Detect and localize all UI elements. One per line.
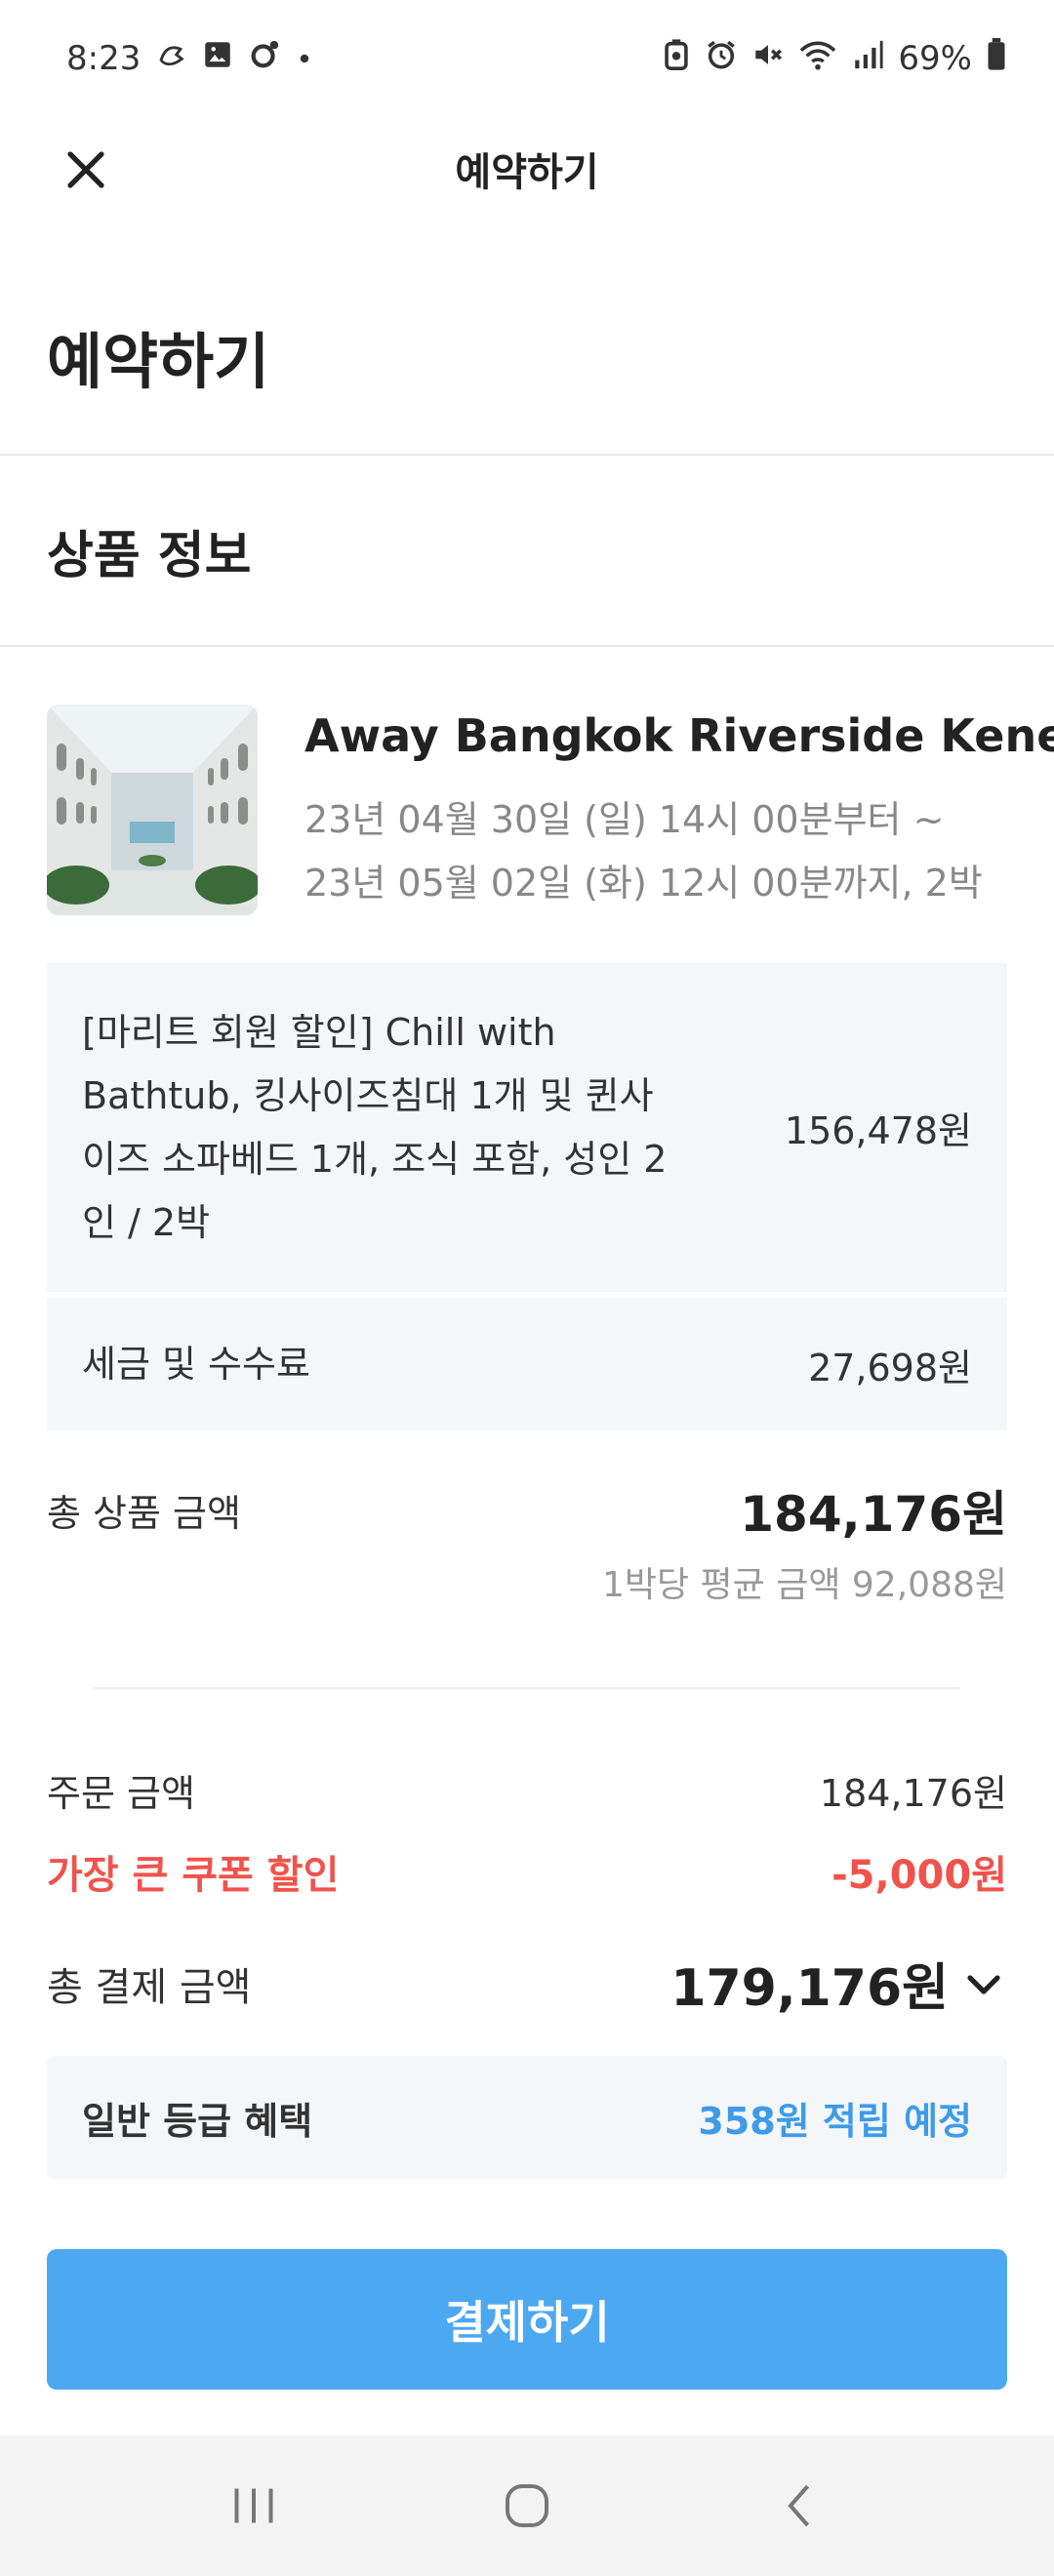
total-payment-label: 총 결제 금액 <box>47 1964 252 2010</box>
app-bar: 예약하기 <box>0 117 1054 220</box>
membership-benefit-box: 일반 등급 혜택 358원 적립 예정 <box>47 2056 1007 2179</box>
section-title-product-info: 상품 정보 <box>47 527 252 585</box>
page-title: 예약하기 <box>47 326 270 397</box>
back-icon <box>788 2484 810 2527</box>
product-dates: 23년 04월 30일 (일) 14시 00분부터 ~ 23년 05월 02일 … <box>304 788 983 915</box>
product-name: Away Bangkok Riverside Kene <box>304 709 1054 762</box>
total-product-row: 총 상품 금액 184,176원 <box>47 1478 1007 1543</box>
status-left: 8:23 <box>66 38 314 79</box>
home-button[interactable] <box>468 2457 586 2555</box>
check-in-date: 23년 04월 30일 (일) 14시 00분부터 ~ <box>304 798 945 841</box>
status-right: 69% <box>662 38 1007 79</box>
benefit-label: 일반 등급 혜택 <box>82 2099 313 2143</box>
back-button[interactable] <box>742 2457 859 2555</box>
coupon-discount-label: 가장 큰 쿠폰 할인 <box>47 1853 340 1898</box>
home-icon <box>506 2484 548 2527</box>
total-product-label: 총 상품 금액 <box>47 1492 241 1535</box>
system-nav-bar <box>0 2435 1054 2576</box>
status-bar: 8:23 69% <box>0 0 1054 117</box>
room-option-description: [마리트 회원 할인] Chill with Bathtub, 킹사이즈침대 1… <box>82 1010 668 1244</box>
gallery-icon <box>201 38 234 79</box>
app-bar-title: 예약하기 <box>455 149 599 195</box>
tax-fee-price: 27,698원 <box>808 1346 972 1389</box>
battery-icon <box>986 38 1007 79</box>
divider <box>0 454 1054 456</box>
dot-icon <box>295 42 314 76</box>
battery-percent: 69% <box>898 39 972 78</box>
alarm-icon <box>705 38 738 79</box>
pay-button[interactable]: 결제하기 <box>47 2249 1007 2390</box>
activity-icon <box>154 38 187 79</box>
coupon-discount-value: -5,000원 <box>831 1853 1007 1898</box>
average-per-night: 1박당 평균 금액 92,088원 <box>601 1565 1007 1605</box>
product-image[interactable] <box>47 704 258 915</box>
total-payment-row[interactable]: 총 결제 금액 179,176원 <box>47 1947 1007 2020</box>
total-product-amount: 184,176원 <box>740 1485 1007 1543</box>
total-payment-value: 179,176원 <box>670 1959 949 2018</box>
tax-fee-label: 세금 및 수수료 <box>82 1342 310 1386</box>
chevron-down-icon <box>967 1974 1000 1994</box>
close-icon <box>67 151 104 188</box>
benefit-points: 358원 적립 예정 <box>698 2099 972 2143</box>
check-out-date: 23년 05월 02일 (화) 12시 00분까지, 2박 <box>304 862 983 905</box>
wifi-icon <box>798 38 837 79</box>
recent-apps-button[interactable] <box>195 2457 312 2555</box>
order-amount-value: 184,176원 <box>819 1771 1007 1815</box>
divider <box>0 645 1054 647</box>
app-notification-icon <box>248 38 281 79</box>
close-button[interactable] <box>47 131 125 209</box>
order-amount-row: 주문 금액 184,176원 <box>47 1762 1007 1817</box>
order-amount-label: 주문 금액 <box>47 1771 195 1815</box>
signal-icon <box>851 38 884 79</box>
battery-saver-icon <box>662 38 691 79</box>
status-time: 8:23 <box>66 39 142 78</box>
room-option-price: 156,478원 <box>784 1109 972 1152</box>
divider <box>94 1687 960 1689</box>
coupon-discount-row[interactable]: 가장 큰 쿠폰 할인 -5,000원 <box>47 1842 1007 1901</box>
tax-fee-row: 세금 및 수수료 27,698원 <box>47 1298 1007 1430</box>
recent-apps-icon <box>234 2488 273 2523</box>
room-option-row: [마리트 회원 할인] Chill with Bathtub, 킹사이즈침대 1… <box>47 963 1007 1292</box>
total-payment-amount[interactable]: 179,176원 <box>670 1947 1007 2020</box>
mute-icon <box>751 38 785 79</box>
